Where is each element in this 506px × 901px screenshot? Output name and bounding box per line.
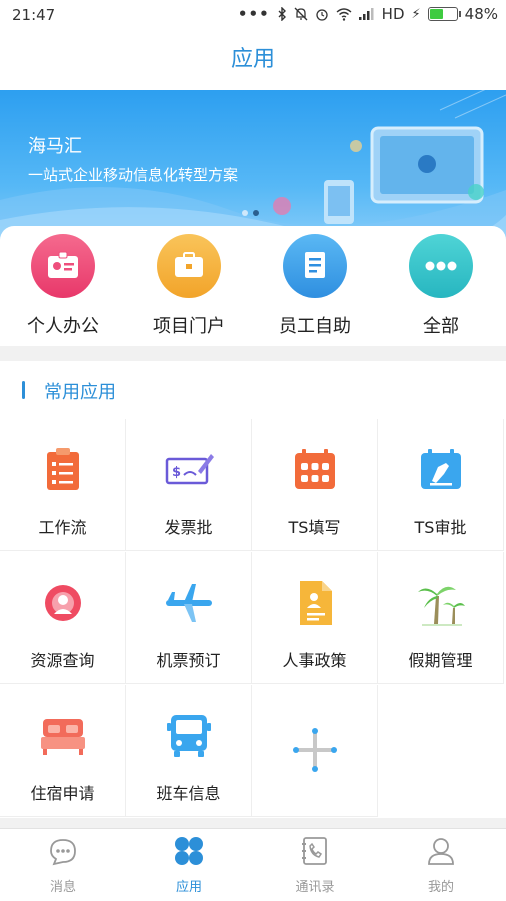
checklist-icon bbox=[47, 448, 79, 490]
bed-icon bbox=[41, 719, 85, 755]
app-label: TS审批 bbox=[414, 518, 467, 537]
app-label: 工作流 bbox=[38, 518, 87, 537]
shortcut-label: 员工自助 bbox=[279, 316, 351, 337]
tab-label: 我的 bbox=[427, 880, 454, 895]
airplane-icon bbox=[166, 584, 212, 622]
invoice-icon: $ bbox=[165, 454, 214, 485]
tab-messages[interactable]: 消息 bbox=[0, 829, 126, 901]
contacts-icon bbox=[302, 837, 327, 865]
badge-icon bbox=[31, 234, 95, 298]
more-icon bbox=[409, 234, 473, 298]
app-label: 班车信息 bbox=[156, 784, 221, 803]
shortcut-employee-self-service[interactable]: 员工自助 bbox=[252, 234, 378, 338]
battery-fill bbox=[429, 9, 444, 19]
tab-contacts[interactable]: 通讯录 bbox=[252, 829, 378, 901]
profile-icon bbox=[428, 838, 454, 865]
signal-icon bbox=[358, 8, 374, 20]
charging-icon: ⚡ bbox=[411, 6, 421, 22]
section-title: 常用应用 bbox=[44, 382, 116, 403]
bluetooth-icon bbox=[278, 7, 286, 21]
app-ts-approval[interactable]: TS审批 bbox=[378, 419, 504, 551]
app-label: 假期管理 bbox=[408, 651, 473, 670]
page-dot-active bbox=[253, 210, 259, 216]
banner-title: 海马汇 bbox=[28, 136, 82, 157]
app-workflow[interactable]: 工作流 bbox=[0, 419, 126, 551]
mute-bell-icon bbox=[294, 7, 308, 21]
status-icons: ••• HD ⚡ 48% bbox=[238, 5, 498, 23]
app-grid: 工作流 $ 发票批 TS填写 TS审批 资源查询 机票预订 人事政策 假期管理 … bbox=[0, 419, 506, 818]
app-leave-management[interactable]: 假期管理 bbox=[378, 552, 504, 684]
tab-label: 通讯录 bbox=[295, 880, 335, 895]
section-accent-bar bbox=[22, 381, 25, 399]
page-title: 应用 bbox=[230, 47, 275, 72]
tab-label: 应用 bbox=[175, 880, 202, 895]
wifi-icon bbox=[336, 7, 352, 21]
shortcut-all[interactable]: 全部 bbox=[378, 234, 504, 338]
status-time: 21:47 bbox=[12, 6, 56, 24]
svg-text:$: $ bbox=[172, 465, 181, 480]
briefcase-icon bbox=[157, 234, 221, 298]
app-label: 人事政策 bbox=[282, 651, 347, 670]
apps-icon bbox=[175, 837, 203, 865]
banner-pagination bbox=[242, 210, 259, 216]
shortcut-project-portal[interactable]: 项目门户 bbox=[126, 234, 252, 338]
calendar-grid-icon bbox=[295, 449, 335, 489]
app-ts-fill[interactable]: TS填写 bbox=[252, 419, 378, 551]
app-resource-query[interactable]: 资源查询 bbox=[0, 552, 126, 684]
battery-percent: 48% bbox=[464, 5, 498, 23]
personnel-doc-icon bbox=[300, 581, 332, 625]
bottom-tab-bar: 消息 应用 通讯录 我的 bbox=[0, 828, 506, 901]
battery-icon bbox=[427, 7, 461, 21]
app-label: 机票预订 bbox=[156, 651, 221, 670]
document-icon bbox=[283, 234, 347, 298]
app-flight-booking[interactable]: 机票预订 bbox=[126, 552, 252, 684]
page-dot bbox=[242, 210, 248, 216]
more-icon: ••• bbox=[237, 5, 270, 23]
palm-tree-icon bbox=[418, 586, 465, 626]
shortcut-label: 全部 bbox=[423, 316, 459, 337]
status-bar: 21:47 ••• HD ⚡ 48% bbox=[0, 0, 506, 30]
add-app-button[interactable] bbox=[252, 685, 378, 817]
app-invoice-approval[interactable]: $ 发票批 bbox=[126, 419, 252, 551]
calendar-stamp-icon bbox=[421, 449, 461, 489]
app-hr-policy[interactable]: 人事政策 bbox=[252, 552, 378, 684]
app-label: 住宿申请 bbox=[30, 784, 95, 803]
tab-label: 消息 bbox=[49, 880, 76, 895]
shortcut-label: 项目门户 bbox=[153, 316, 225, 337]
banner-subtitle: 一站式企业移动信息化转型方案 bbox=[28, 166, 239, 184]
alarm-icon bbox=[316, 9, 328, 21]
app-shuttle-info[interactable]: 班车信息 bbox=[126, 685, 252, 817]
resource-search-icon bbox=[45, 585, 81, 621]
app-label: 发票批 bbox=[164, 518, 213, 537]
common-apps-header: 常用应用 bbox=[0, 361, 506, 420]
add-icon bbox=[293, 728, 337, 772]
app-label: TS填写 bbox=[288, 518, 341, 537]
app-accommodation[interactable]: 住宿申请 bbox=[0, 685, 126, 817]
message-icon bbox=[50, 839, 76, 866]
app-header: 应用 bbox=[0, 30, 506, 90]
tab-profile[interactable]: 我的 bbox=[378, 829, 504, 901]
shortcut-label: 个人办公 bbox=[27, 316, 99, 337]
tab-apps[interactable]: 应用 bbox=[126, 829, 252, 901]
shortcut-row: 个人办公 项目门户 员工自助 全部 bbox=[0, 226, 506, 346]
app-label: 资源查询 bbox=[30, 651, 95, 670]
network-type: HD bbox=[381, 5, 405, 23]
shortcut-personal-office[interactable]: 个人办公 bbox=[0, 234, 126, 338]
bus-icon bbox=[167, 715, 211, 757]
